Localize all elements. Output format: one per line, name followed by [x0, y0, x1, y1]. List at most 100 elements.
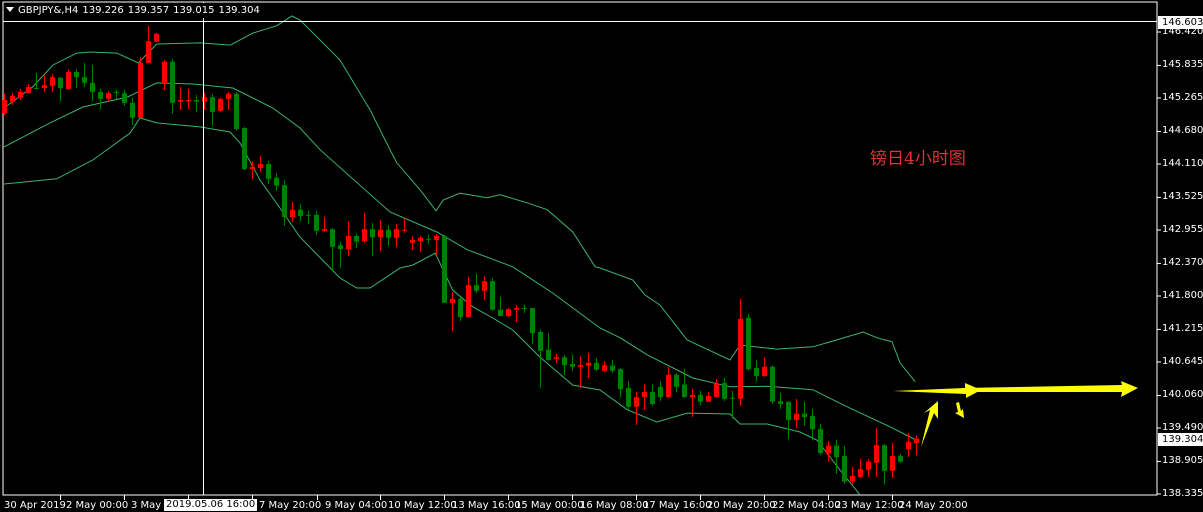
candle	[850, 466, 855, 485]
candle-body	[82, 77, 87, 83]
candle	[82, 62, 87, 87]
candle-body	[378, 229, 383, 238]
time-label: 22 May 04:00	[772, 500, 841, 511]
candle	[866, 458, 871, 478]
candle	[106, 90, 111, 102]
time-label: 30 Apr 2019	[4, 500, 66, 511]
candle	[122, 89, 127, 106]
candle-body	[410, 239, 415, 243]
dropdown-triangle-icon[interactable]	[6, 7, 14, 12]
candle-body	[466, 285, 471, 318]
candle	[530, 307, 535, 344]
price-chart[interactable]	[0, 0, 1203, 512]
candle	[170, 58, 175, 114]
candle-body	[594, 362, 599, 370]
candle-body	[882, 445, 887, 471]
candle-body	[866, 461, 871, 470]
candle	[42, 74, 47, 92]
candle-body	[402, 229, 407, 231]
candle	[898, 453, 903, 463]
candle	[458, 297, 463, 322]
candle	[58, 77, 63, 102]
time-label: 20 May 20:00	[707, 500, 776, 511]
candle-body	[450, 298, 455, 303]
time-label: 24 May 20:00	[899, 500, 968, 511]
candle-body	[874, 445, 879, 463]
ohlc-open: 139.226	[82, 5, 124, 16]
candle	[706, 391, 711, 402]
candle-body	[66, 71, 71, 90]
candle-body	[770, 366, 775, 402]
candle	[890, 442, 895, 478]
candle-body	[506, 309, 511, 316]
candle	[714, 378, 719, 398]
candle	[490, 277, 495, 311]
candle	[522, 305, 527, 314]
arrow-up-right-icon[interactable]	[921, 401, 938, 447]
candle-body	[746, 317, 751, 370]
candle-body	[826, 445, 831, 454]
candle	[306, 210, 311, 224]
candle-body	[138, 62, 143, 118]
candle-body	[250, 166, 255, 170]
candle-body	[674, 374, 679, 387]
price-label: 141.215	[1162, 323, 1203, 335]
candle	[98, 89, 103, 110]
time-label: 23 May 12:00	[835, 500, 904, 511]
candle	[354, 233, 359, 248]
candle	[162, 59, 167, 90]
candle	[466, 277, 471, 318]
time-label: 10 May 12:00	[388, 500, 457, 511]
candle	[258, 155, 263, 172]
candle	[562, 354, 567, 375]
candle-body	[570, 363, 575, 367]
candle	[794, 398, 799, 428]
candle-body	[522, 307, 527, 309]
candle	[578, 355, 583, 388]
candle	[474, 273, 479, 294]
price-label: 141.800	[1162, 289, 1203, 301]
price-label: 144.680	[1162, 125, 1203, 137]
candle-body	[370, 229, 375, 238]
candle	[778, 393, 783, 410]
price-label: 143.525	[1162, 191, 1203, 203]
candle-body	[898, 455, 903, 462]
price-label: 145.265	[1162, 91, 1203, 103]
candle	[674, 373, 679, 392]
candle	[26, 83, 31, 94]
candle-body	[186, 99, 191, 102]
candle-body	[178, 99, 183, 102]
candle-body	[890, 455, 895, 471]
candle	[450, 291, 455, 331]
candle-body	[794, 413, 799, 420]
candle	[418, 235, 423, 252]
candle-body	[730, 397, 735, 399]
candle	[810, 409, 815, 440]
candle	[90, 65, 95, 102]
candle-body	[74, 71, 79, 78]
candle	[722, 377, 727, 402]
candle	[362, 213, 367, 243]
candle-body	[162, 61, 167, 84]
candle-body	[434, 235, 439, 240]
candle-body	[658, 386, 663, 398]
candle	[138, 57, 143, 118]
arrow-right-long-icon[interactable]	[962, 381, 1138, 397]
candle	[370, 222, 375, 256]
candle	[874, 427, 879, 478]
candle	[346, 221, 351, 256]
candle	[178, 86, 183, 110]
candle-body	[538, 331, 543, 351]
candle-body	[578, 365, 583, 367]
candle-body	[530, 307, 535, 334]
candle	[802, 401, 807, 426]
candle-body	[818, 429, 823, 454]
candle	[194, 94, 199, 112]
candle-body	[154, 33, 159, 42]
candle-body	[490, 281, 495, 310]
candle	[114, 89, 119, 99]
price-label: 140.060	[1162, 389, 1203, 401]
candle-body	[362, 229, 367, 242]
arrow-down-right-icon[interactable]	[955, 402, 964, 418]
candle-body	[514, 307, 519, 310]
